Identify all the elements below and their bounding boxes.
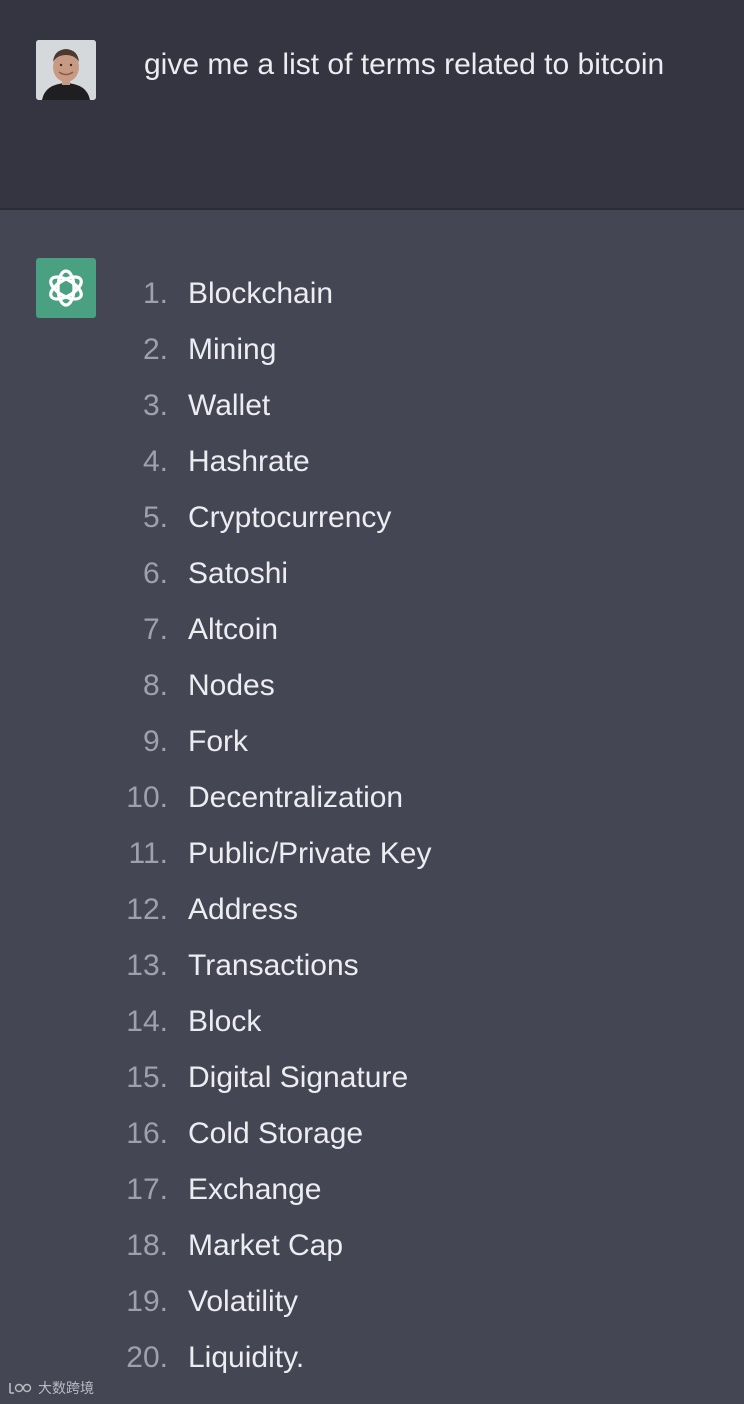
list-item: 6. Satoshi [100,546,720,602]
list-item: 16. Cold Storage [100,1106,720,1162]
list-item: 10. Decentralization [100,770,720,826]
list-item-term: Volatility [188,1285,299,1318]
list-item-term: Transactions [188,949,359,982]
list-item-term: Mining [188,333,277,366]
list-item-number: 13. [126,949,168,982]
assistant-avatar [36,258,96,318]
list-item: 7. Altcoin [100,602,720,658]
list-item-number: 11. [128,837,168,870]
list-item-number: 3. [142,389,168,422]
user-message-row: give me a list of terms related to bitco… [0,0,744,208]
list-item: 12. Address [100,882,720,938]
list-item: 2. Mining [100,322,720,378]
list-item-term: Public/Private Key [188,837,432,870]
list-item-term: Hashrate [188,445,310,478]
term-list: 1. Blockchain 2. Mining 3. Wallet 4. Hashrate 5.… [100,266,720,1386]
list-item: 1. Blockchain [100,266,720,322]
list-item-term: Wallet [188,389,271,422]
list-item-term: Decentralization [188,781,404,814]
list-item-term: Exchange [188,1173,322,1206]
list-item-number: 12. [126,893,168,926]
list-item-number: 16. [126,1117,168,1150]
list-item: 3. Wallet [100,378,720,434]
list-item-term: Blockchain [188,277,334,310]
list-item-term: Digital Signature [188,1061,409,1094]
user-avatar-photo [36,40,96,100]
list-item: 13. Transactions [100,938,720,994]
list-item: 18. Market Cap [100,1218,720,1274]
user-avatar [36,40,96,100]
list-item-number: 9. [142,725,168,758]
list-item: 11. Public/Private Key [100,826,720,882]
list-item: 4. Hashrate [100,434,720,490]
list-item-number: 1. [142,277,168,310]
watermark-text: 大数跨境 [38,1380,94,1396]
list-item: 19. Volatility [100,1274,720,1330]
watermark-logo-icon [9,1383,32,1394]
list-item: 9. Fork [100,714,720,770]
list-item-number: 20. [126,1341,168,1374]
list-item: 20. Liquidity. [100,1330,720,1386]
list-item-term: Cryptocurrency [188,501,392,534]
list-item-term: Nodes [188,669,275,702]
list-item-term: Fork [188,725,248,758]
list-item-term: Altcoin [188,613,279,646]
list-item-term: Cold Storage [188,1117,364,1150]
list-item-number: 8. [142,669,168,702]
list-item: 17. Exchange [100,1162,720,1218]
list-item-term: Block [188,1005,262,1038]
list-item: 15. Digital Signature [100,1050,720,1106]
openai-logo-icon [49,269,83,307]
list-item: 8. Nodes [100,658,720,714]
list-item-term: Market Cap [188,1229,344,1262]
user-prompt-text: give me a list of terms related to bitco… [144,48,665,81]
list-item: 5. Cryptocurrency [100,490,720,546]
list-item-term: Satoshi [188,557,289,590]
list-item-number: 19. [126,1285,168,1318]
list-item-number: 6. [142,557,168,590]
list-item-number: 15. [126,1061,168,1094]
list-item-number: 18. [126,1229,168,1262]
list-item-number: 17. [126,1173,168,1206]
list-item-term: Address [188,893,299,926]
list-item-number: 7. [142,613,168,646]
assistant-message-row: 1. Blockchain 2. Mining 3. Wallet 4. Hashrate 5.… [0,210,744,1404]
list-item-number: 2. [142,333,168,366]
list-item-number: 4. [142,445,168,478]
list-item: 14. Block [100,994,720,1050]
list-item-number: 14. [126,1005,168,1038]
list-item-term: Liquidity. [188,1341,305,1374]
list-item-number: 5. [142,501,168,534]
list-item-number: 10. [126,781,168,814]
watermark: 大数跨境 [8,1378,94,1398]
